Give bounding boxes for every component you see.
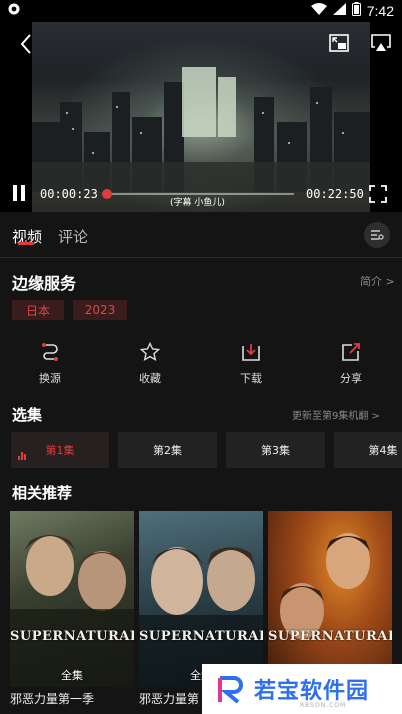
subtitle-text: (字幕 小鱼儿): [170, 198, 225, 208]
poster-logo: SUPERNATURAL: [139, 629, 263, 644]
related-poster[interactable]: SUPERNATURAL: [268, 511, 392, 687]
pause-icon: [13, 185, 25, 201]
current-time: 00:00:23: [40, 187, 98, 201]
share-label: 分享: [340, 372, 362, 385]
chevron-left-icon: [20, 34, 31, 54]
download-button[interactable]: 下载: [221, 342, 281, 386]
star-icon: [140, 342, 160, 361]
playing-bars-icon: [18, 452, 26, 460]
favorite-label: 收藏: [139, 372, 161, 385]
video-player[interactable]: 00:00:23 (字幕 小鱼儿) 00:22:50: [0, 22, 402, 212]
related-poster[interactable]: SUPERNATURAL 全集: [10, 511, 134, 687]
year-tag[interactable]: 2023: [73, 300, 127, 320]
region-tag[interactable]: 日本: [12, 300, 64, 320]
battery-icon: [351, 2, 361, 20]
poster-logo: SUPERNATURAL: [10, 629, 134, 644]
pause-button[interactable]: [8, 182, 30, 204]
switch-source-icon: [42, 343, 58, 361]
episode-item[interactable]: 第3集: [226, 432, 325, 468]
poster-artwork: [139, 547, 263, 687]
app-shield-icon: [8, 3, 20, 19]
poster-artwork: [280, 533, 370, 639]
poster-artwork: [10, 535, 134, 687]
total-time: 00:22:50: [306, 187, 364, 201]
tab-active-indicator: [18, 242, 34, 245]
episode-label: 第1集: [45, 444, 75, 457]
cast-button[interactable]: [368, 30, 394, 56]
fullscreen-button[interactable]: [366, 182, 390, 206]
episode-item[interactable]: 第2集: [118, 432, 217, 468]
status-bar: 7:42: [0, 0, 402, 22]
episode-label: 第4集: [368, 444, 398, 457]
related-caption[interactable]: 邪恶力量第一季: [10, 690, 94, 707]
watermark-text: 若宝软件园: [254, 679, 370, 704]
related-poster[interactable]: SUPERNATURAL 全集: [139, 511, 263, 687]
list-settings-icon: [371, 230, 384, 240]
download-label: 下载: [240, 372, 262, 385]
video-frame: [32, 22, 370, 212]
status-time: 7:42: [366, 3, 394, 19]
wifi-icon: [310, 3, 327, 19]
tab-comments[interactable]: 评论: [58, 226, 88, 247]
content-tabs: 视频 评论: [0, 212, 402, 258]
favorite-button[interactable]: 收藏: [120, 342, 180, 386]
poster-badge: 全集: [61, 669, 83, 682]
watermark-logo-icon: [218, 676, 243, 704]
pip-button[interactable]: [326, 30, 352, 56]
related-caption[interactable]: 邪恶力量第: [139, 690, 199, 707]
related-title: 相关推荐: [12, 484, 73, 502]
playlist-menu-button[interactable]: [364, 222, 390, 248]
city-night-scene: [32, 67, 370, 192]
signal-icon: [332, 3, 346, 19]
show-title: 边缘服务: [12, 274, 77, 293]
back-button[interactable]: [12, 30, 40, 58]
episode-item[interactable]: 第1集: [11, 432, 109, 468]
poster-logo: SUPERNATURAL: [268, 629, 392, 644]
episodes-update-link[interactable]: 更新至第9集机翻 >: [292, 407, 380, 422]
watermark-subtext: RBSON.COM: [300, 702, 347, 709]
switch-source-button[interactable]: 换源: [20, 342, 80, 386]
episode-label: 第2集: [153, 444, 182, 457]
episodes-title: 选集: [12, 406, 43, 424]
watermark-overlay: 若宝软件园 RBSON.COM: [202, 664, 402, 714]
fullscreen-icon: [369, 185, 387, 203]
episode-item[interactable]: 第4集: [334, 432, 402, 468]
share-button[interactable]: 分享: [321, 342, 381, 386]
switch-source-label: 换源: [39, 372, 61, 385]
picture-in-picture-icon: [329, 34, 349, 52]
intro-link[interactable]: 简介 >: [360, 273, 395, 289]
share-icon: [342, 343, 360, 361]
episode-label: 第3集: [261, 444, 290, 457]
airplay-icon: [371, 34, 391, 51]
download-icon: [242, 344, 260, 361]
